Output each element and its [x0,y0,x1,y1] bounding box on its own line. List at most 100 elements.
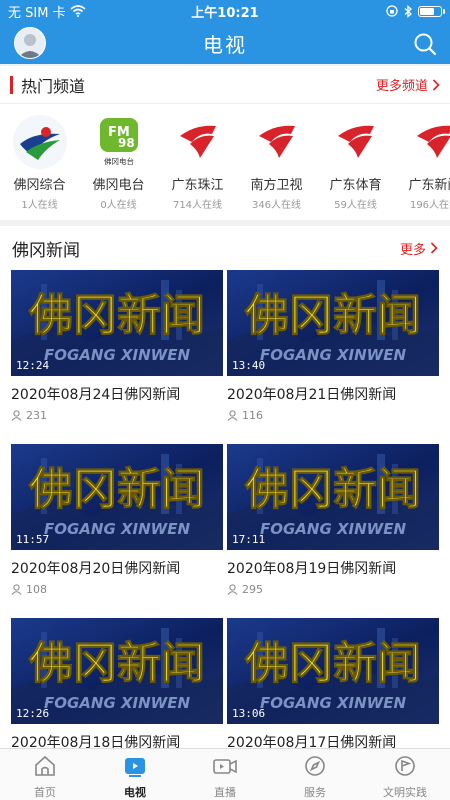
thumbnail-subtitle: FOGANG XINWEN [44,520,190,538]
bluetooth-icon [404,4,412,18]
channel-item[interactable]: 广东珠江 714人在线 [158,104,237,220]
orientation-lock-icon [386,5,398,17]
guangdong-tv-icon [328,114,384,170]
more-news-link[interactable]: 更多 [400,239,438,258]
more-channels-label: 更多频道 [375,79,428,94]
tab-flag-circle[interactable]: 文明实践 [360,749,450,800]
tab-label: 首页 [34,786,56,799]
home-icon [33,755,57,781]
video-duration: 12:24 [16,359,50,372]
channel-item[interactable]: 广东新闻 196人在线 [395,104,450,220]
tab-label: 直播 [214,786,236,799]
guangdong-tv-icon [407,114,450,170]
video-duration: 13:06 [232,707,266,720]
channel-online-count: 0人在线 [100,200,137,211]
news-card[interactable]: 佛冈新闻 FOGANG XINWEN 13:06 2020年08月17日佛冈新闻 [227,618,439,748]
user-icon [227,584,238,595]
view-count-value: 231 [26,409,47,422]
thumbnail-title: 佛冈新闻 [244,638,421,689]
nav-bar: 电视 [0,22,450,64]
wifi-icon [70,5,86,17]
section-marker [10,75,13,94]
news-title[interactable]: 2020年08月17日佛冈新闻 [227,732,439,748]
view-count-value: 108 [26,583,47,596]
news-section: 佛冈新闻 更多 佛冈新闻 FOGANG XINWEN 12:242020年08 [0,226,450,748]
thumbnail-title: 佛冈新闻 [28,638,205,689]
user-icon [227,410,238,421]
news-card[interactable]: 佛冈新闻 FOGANG XINWEN 13:40 2020年08月21日佛冈新闻 … [227,270,439,422]
flag-circle-icon [393,755,417,781]
user-icon [11,584,22,595]
search-icon [414,33,437,56]
news-card[interactable]: 佛冈新闻 FOGANG XINWEN 11:57 2020年08月20日佛冈新闻 … [11,444,223,596]
view-count: 295 [227,583,439,596]
news-title[interactable]: 2020年08月21日佛冈新闻 [227,384,439,404]
channel-item[interactable]: 佛冈综合 1人在线 [0,104,79,220]
news-card[interactable]: 佛冈新闻 FOGANG XINWEN 17:11 2020年08月19日佛冈新闻 … [227,444,439,596]
channel-online-count: 714人在线 [172,200,223,211]
video-thumbnail[interactable]: 佛冈新闻 FOGANG XINWEN 11:57 [11,444,223,550]
channel-online-count: 59人在线 [334,200,377,211]
tab-label: 服务 [304,786,326,799]
news-card[interactable]: 佛冈新闻 FOGANG XINWEN 12:26 2020年08月18日佛冈新闻 [11,618,223,748]
video-thumbnail[interactable]: 佛冈新闻 FOGANG XINWEN 13:06 [227,618,439,724]
news-title[interactable]: 2020年08月20日佛冈新闻 [11,558,223,578]
channel-online-count: 1人在线 [21,200,58,211]
channel-item[interactable]: 广东体育 59人在线 [316,104,395,220]
news-header: 佛冈新闻 更多 [0,226,450,270]
avatar[interactable] [14,27,46,59]
user-icon [11,410,22,421]
thumbnail-subtitle: FOGANG XINWEN [44,346,190,364]
video-thumbnail[interactable]: 佛冈新闻 FOGANG XINWEN 13:40 [227,270,439,376]
video-duration: 12:26 [16,707,50,720]
thumbnail-subtitle: FOGANG XINWEN [260,694,406,712]
video-thumbnail[interactable]: 佛冈新闻 FOGANG XINWEN 17:11 [227,444,439,550]
view-count: 231 [11,409,223,422]
chevron-right-icon [432,78,440,91]
tab-label: 电视 [124,786,146,799]
guangdong-tv-icon [249,114,305,170]
tab-tv[interactable]: 电视 [90,749,180,800]
channel-name: 佛冈综合 [13,178,66,193]
radio-logo-number: 98 [118,136,135,150]
channel-online-count: 346人在线 [251,200,302,211]
radio-logo-caption: 佛冈电台 [104,156,134,166]
hot-channels-section: 热门频道 更多频道 佛冈综合 1人在线 FM 98 佛冈电台 佛冈电台 0人在线 广… [0,66,450,220]
news-card[interactable]: 佛冈新闻 FOGANG XINWEN 12:24 2020年08月24日佛冈新闻 … [11,270,223,422]
news-title[interactable]: 2020年08月19日佛冈新闻 [227,558,439,578]
view-count: 116 [227,409,439,422]
channel-list: 佛冈综合 1人在线 FM 98 佛冈电台 佛冈电台 0人在线 广东珠江 714人在线 … [0,104,450,220]
tab-home[interactable]: 首页 [0,749,90,800]
compass-icon [303,755,327,781]
tab-compass[interactable]: 服务 [270,749,360,800]
channel-item[interactable]: FM 98 佛冈电台 佛冈电台 0人在线 [79,104,158,220]
carrier-label: 无 SIM 卡 [8,5,66,21]
channel-name: 广东新闻 [408,178,450,193]
tab-bar: 首页 电视 直播 服务 文明实践 [0,748,450,800]
status-bar: 无 SIM 卡 上午10:21 [0,0,450,22]
channel-name: 广东体育 [329,178,382,193]
news-title[interactable]: 2020年08月18日佛冈新闻 [11,732,223,748]
hot-channels-header: 热门频道 更多频道 [0,66,450,104]
thumbnail-subtitle: FOGANG XINWEN [44,694,190,712]
video-thumbnail[interactable]: 佛冈新闻 FOGANG XINWEN 12:26 [11,618,223,724]
more-channels-link[interactable]: 更多频道 [376,75,440,94]
more-news-label: 更多 [399,242,426,258]
chevron-right-icon [430,242,438,254]
tab-video-camera[interactable]: 直播 [180,749,270,800]
video-thumbnail[interactable]: 佛冈新闻 FOGANG XINWEN 12:24 [11,270,223,376]
fogang-tv-icon [12,114,68,170]
video-duration: 17:11 [232,533,266,546]
thumbnail-title: 佛冈新闻 [28,290,205,341]
video-camera-icon [212,755,238,781]
tv-icon [123,755,147,781]
channel-name: 南方卫视 [250,178,303,193]
video-duration: 11:57 [16,533,50,546]
thumbnail-title: 佛冈新闻 [244,290,421,341]
news-title[interactable]: 2020年08月24日佛冈新闻 [11,384,223,404]
view-count: 108 [11,583,223,596]
channel-item[interactable]: 南方卫视 346人在线 [237,104,316,220]
view-count-value: 116 [242,409,263,422]
channel-online-count: 196人在线 [409,200,450,211]
search-button[interactable] [412,31,438,57]
